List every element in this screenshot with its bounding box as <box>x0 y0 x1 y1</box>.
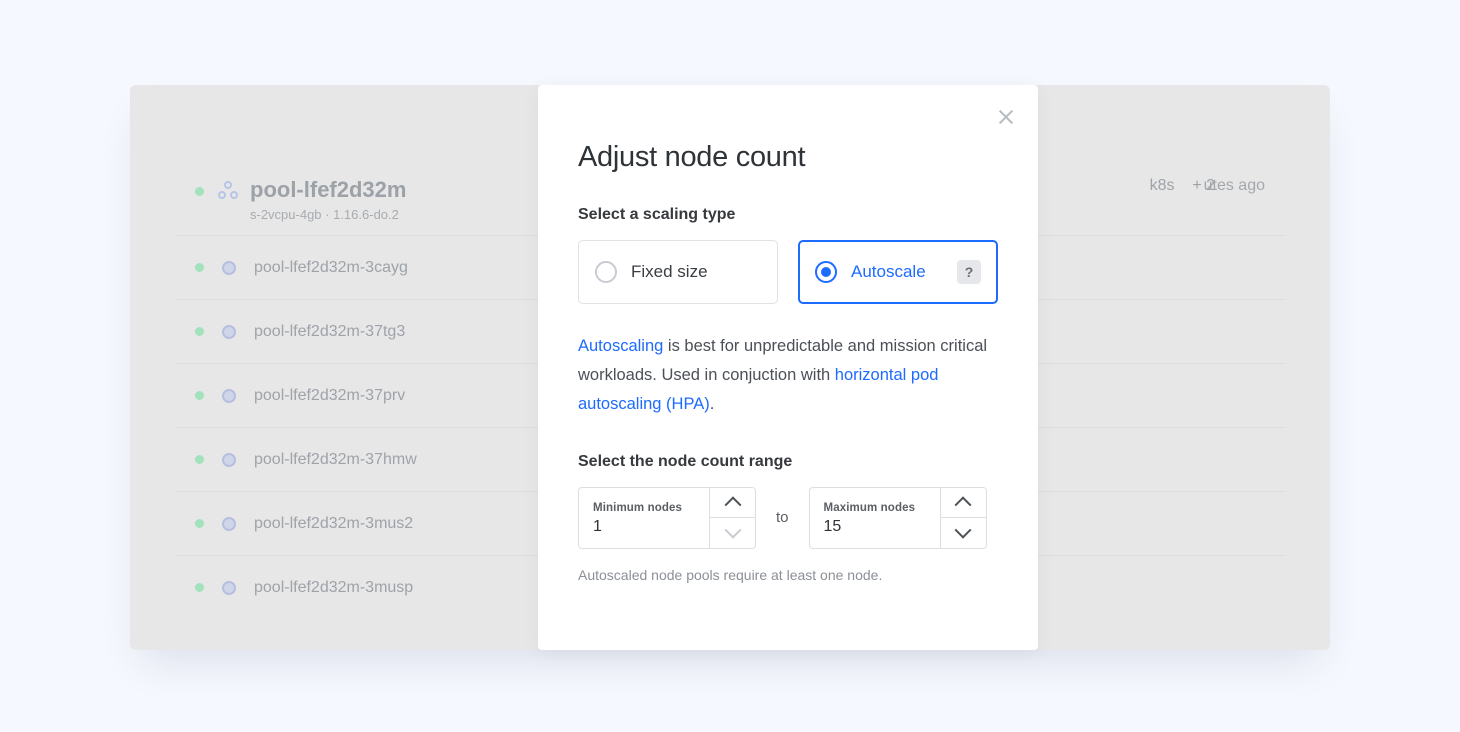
close-icon[interactable] <box>994 105 1018 129</box>
chevron-down-icon <box>724 522 741 539</box>
tag-extra: + 2 <box>1192 177 1215 194</box>
status-dot-icon <box>195 263 204 272</box>
minimum-nodes-increment[interactable] <box>710 488 755 518</box>
tag-k8s: k8s <box>1150 177 1175 194</box>
node-count-range-label: Select the node count range <box>578 453 998 471</box>
node-icon <box>222 453 236 467</box>
status-dot-icon <box>195 455 204 464</box>
maximum-nodes-increment[interactable] <box>941 488 986 518</box>
node-pool-icon <box>218 181 238 201</box>
maximum-nodes-value: 15 <box>824 518 926 536</box>
status-dot-icon <box>195 187 204 196</box>
chevron-down-icon <box>955 522 972 539</box>
help-icon[interactable]: ? <box>957 260 981 284</box>
status-dot-icon <box>195 583 204 592</box>
node-icon <box>222 517 236 531</box>
desc-text-2: . <box>710 395 715 413</box>
node-icon <box>222 325 236 339</box>
node-icon <box>222 261 236 275</box>
maximum-nodes-stepper[interactable]: Maximum nodes 15 <box>809 487 987 549</box>
autoscaling-link[interactable]: Autoscaling <box>578 337 663 355</box>
node-icon <box>222 389 236 403</box>
modal-title: Adjust node count <box>578 141 998 174</box>
maximum-nodes-decrement[interactable] <box>941 517 986 548</box>
scaling-type-label: Select a scaling type <box>578 206 998 224</box>
radio-icon <box>595 261 617 283</box>
scaling-option-fixed[interactable]: Fixed size <box>578 240 778 304</box>
status-dot-icon <box>195 519 204 528</box>
status-dot-icon <box>195 391 204 400</box>
node-count-hint: Autoscaled node pools require at least o… <box>578 567 998 583</box>
range-to-text: to <box>776 509 789 526</box>
adjust-node-count-modal: Adjust node count Select a scaling type … <box>538 85 1038 650</box>
chevron-up-icon <box>955 497 972 514</box>
minimum-nodes-decrement[interactable] <box>710 517 755 548</box>
minimum-nodes-label: Minimum nodes <box>593 502 695 514</box>
autoscale-description: Autoscaling is best for unpredictable an… <box>578 332 998 419</box>
chevron-up-icon <box>724 497 741 514</box>
status-dot-icon <box>195 327 204 336</box>
scaling-option-fixed-label: Fixed size <box>631 262 708 282</box>
minimum-nodes-stepper[interactable]: Minimum nodes 1 <box>578 487 756 549</box>
radio-icon <box>815 261 837 283</box>
pool-header-tags: k8s + 2 <box>1150 177 1215 195</box>
scaling-option-autoscale-label: Autoscale <box>851 262 926 282</box>
scaling-option-autoscale[interactable]: Autoscale ? <box>798 240 998 304</box>
minimum-nodes-value: 1 <box>593 518 695 536</box>
node-icon <box>222 581 236 595</box>
maximum-nodes-label: Maximum nodes <box>824 502 926 514</box>
